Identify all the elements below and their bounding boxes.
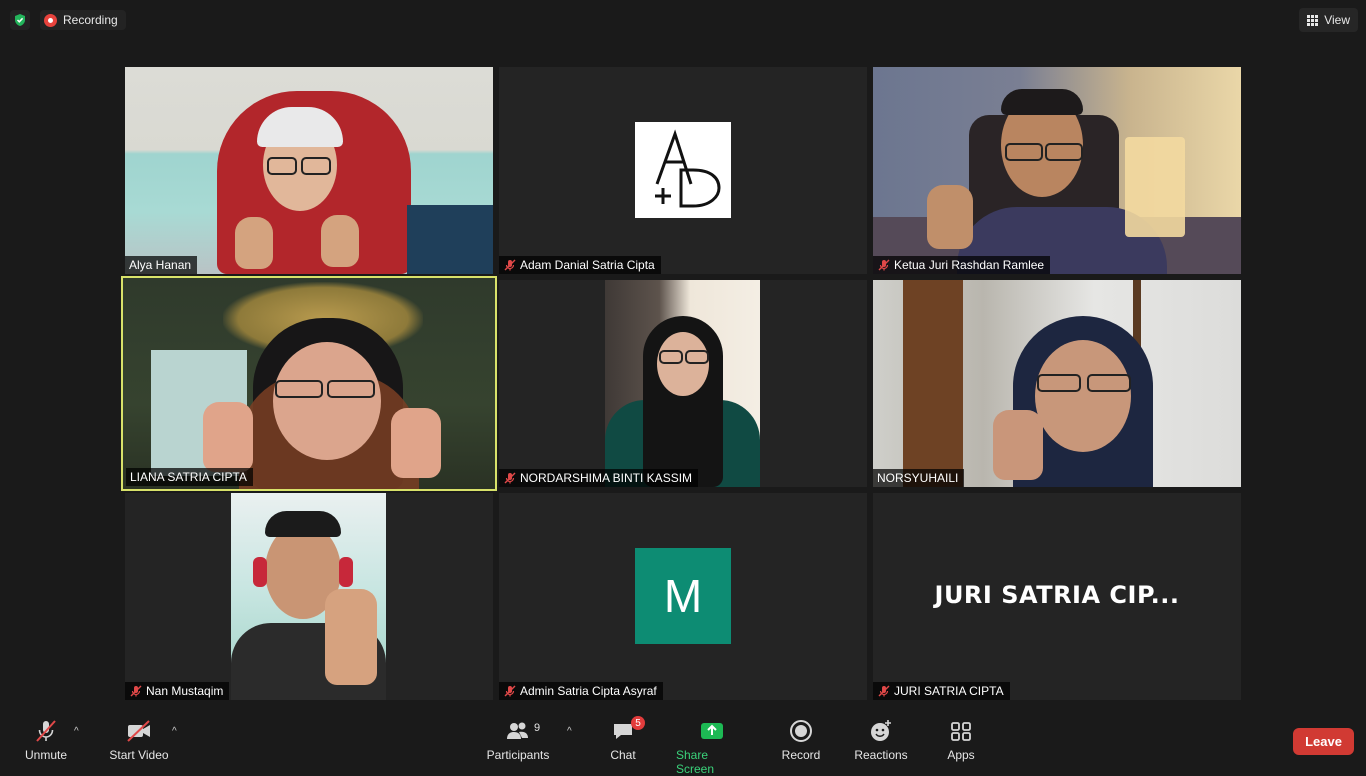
hair-shape xyxy=(1001,89,1083,115)
view-button[interactable]: View xyxy=(1299,8,1358,32)
start-video-label: Start Video xyxy=(109,748,169,762)
view-label: View xyxy=(1324,13,1350,27)
video-options-caret-icon[interactable]: ^ xyxy=(172,726,177,737)
participant-display-name: JURI SATRIA CIP... xyxy=(934,581,1180,609)
muted-microphone-icon xyxy=(504,259,516,271)
share-screen-button[interactable]: Share Screen xyxy=(676,718,748,776)
participant-name-tag: LIANA SATRIA CIPTA xyxy=(126,468,253,486)
face-shape xyxy=(657,332,709,396)
recording-indicator[interactable]: Recording xyxy=(40,10,126,30)
muted-microphone-icon xyxy=(130,685,142,697)
video-tile-ketua-juri[interactable]: Ketua Juri Rashdan Ramlee xyxy=(873,67,1241,274)
unmute-button[interactable]: Unmute xyxy=(22,718,70,768)
participants-icon: 9 xyxy=(504,718,540,744)
video-tile-alya-hanan[interactable]: Alya Hanan xyxy=(125,67,493,274)
recording-label: Recording xyxy=(63,13,118,27)
video-tile-adam-danial[interactable]: Adam Danial Satria Cipta xyxy=(499,67,867,274)
glasses-shape xyxy=(1087,374,1131,392)
lamp-shape xyxy=(1125,137,1185,237)
apps-label: Apps xyxy=(947,748,975,762)
participants-button[interactable]: 9 Participants xyxy=(484,718,552,768)
thumbs-up-hand xyxy=(235,217,273,269)
participant-name-tag: Admin Satria Cipta Asyraf xyxy=(499,682,663,700)
muted-microphone-icon xyxy=(878,259,890,271)
glasses-shape xyxy=(275,380,323,398)
chat-icon: 5 xyxy=(611,716,645,744)
participants-label: Participants xyxy=(486,748,550,762)
thumbs-up-hand xyxy=(203,402,253,472)
participant-name-tag: NORDARSHIMA BINTI KASSIM xyxy=(499,469,699,487)
participant-name-tag: NORSYUHAILI xyxy=(873,469,965,487)
chat-button[interactable]: 5 Chat xyxy=(604,716,645,768)
top-bar: Recording View xyxy=(0,0,1366,40)
participant-name-tag: Adam Danial Satria Cipta xyxy=(499,256,661,274)
apps-button[interactable]: Apps xyxy=(944,718,978,768)
glasses-shape xyxy=(1005,143,1043,161)
face-shape xyxy=(1035,340,1131,452)
reactions-button[interactable]: Reactions xyxy=(854,718,908,768)
video-tile-juri-satria-cipta[interactable]: JURI SATRIA CIP... JURI SATRIA CIPTA xyxy=(873,493,1241,700)
muted-microphone-icon xyxy=(504,685,516,697)
chat-label: Chat xyxy=(610,748,636,762)
door-frame-shape xyxy=(903,280,963,487)
muted-microphone-icon xyxy=(33,718,59,744)
desk-shape xyxy=(407,205,493,274)
participants-count: 9 xyxy=(534,722,541,734)
video-off-icon xyxy=(125,718,153,744)
thumbs-up-hand xyxy=(321,215,359,267)
thumbs-up-hand xyxy=(391,408,441,478)
glasses-shape xyxy=(301,157,331,175)
video-tile-nordarshima[interactable]: NORDARSHIMA BINTI KASSIM xyxy=(499,280,867,487)
share-screen-label: Share Screen xyxy=(676,748,715,776)
meeting-toolbar: Unmute ^ Start Video ^ 9 Participants ^ … xyxy=(0,712,1366,776)
grid-view-icon xyxy=(1307,14,1319,26)
unmute-label: Unmute xyxy=(24,748,68,762)
share-screen-icon xyxy=(699,718,725,744)
glasses-shape xyxy=(1037,374,1081,392)
glasses-shape xyxy=(267,157,297,175)
participant-name-tag: Nan Mustaqim xyxy=(125,682,230,700)
participant-name-tag: JURI SATRIA CIPTA xyxy=(873,682,1010,700)
record-button[interactable]: Record xyxy=(780,718,822,768)
video-tile-liana-active-speaker[interactable]: LIANA SATRIA CIPTA xyxy=(121,276,497,491)
participant-name-tag: Alya Hanan xyxy=(125,256,198,274)
muted-microphone-icon xyxy=(878,685,890,697)
chat-unread-badge: 5 xyxy=(631,716,645,730)
muted-microphone-icon xyxy=(504,472,516,484)
security-shield-icon[interactable] xyxy=(10,10,30,30)
glasses-shape xyxy=(659,350,683,364)
record-label: Record xyxy=(781,748,821,762)
ad-logo-icon xyxy=(655,129,721,208)
avatar-logo xyxy=(635,122,731,218)
face-shape xyxy=(273,342,381,460)
start-video-button[interactable]: Start Video xyxy=(106,718,172,768)
glasses-shape xyxy=(685,350,709,364)
hair-shape xyxy=(265,511,341,537)
thumbs-up-hand xyxy=(325,589,377,685)
avatar-letter: M xyxy=(635,548,731,644)
headphone-shape xyxy=(339,557,353,587)
leave-button[interactable]: Leave xyxy=(1293,728,1354,755)
participant-name-tag: Ketua Juri Rashdan Ramlee xyxy=(873,256,1051,274)
reactions-label: Reactions xyxy=(854,748,908,762)
thumbs-up-hand xyxy=(927,185,973,249)
apps-grid-icon xyxy=(949,718,973,744)
participants-options-caret-icon[interactable]: ^ xyxy=(567,726,572,737)
video-tile-admin-asyraf[interactable]: M Admin Satria Cipta Asyraf xyxy=(499,493,867,700)
thumbs-up-hand xyxy=(993,410,1043,480)
record-icon xyxy=(789,718,813,744)
recording-dot-icon xyxy=(44,13,57,27)
glasses-shape xyxy=(327,380,375,398)
reactions-smiley-icon xyxy=(868,718,894,744)
glasses-shape xyxy=(1045,143,1083,161)
video-tile-norsyuhaili[interactable]: NORSYUHAILI xyxy=(873,280,1241,487)
video-tile-nan-mustaqim[interactable]: Nan Mustaqim xyxy=(125,493,493,700)
headphone-shape xyxy=(253,557,267,587)
audio-options-caret-icon[interactable]: ^ xyxy=(74,726,79,737)
